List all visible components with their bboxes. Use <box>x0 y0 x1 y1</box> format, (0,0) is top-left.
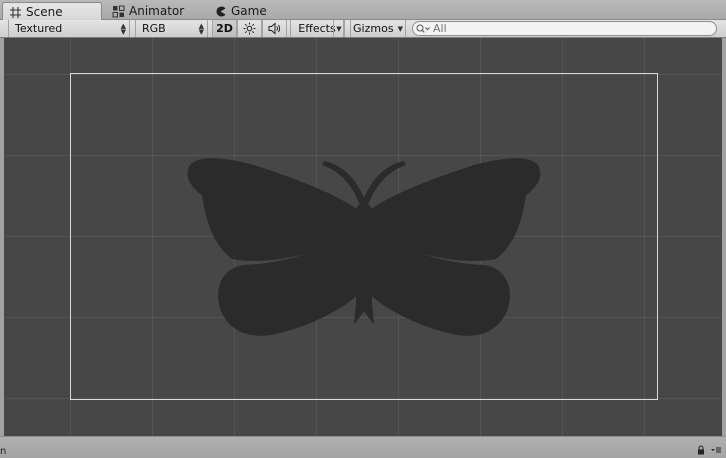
scene-toolbar: Textured ▲ ▼ RGB ▲ ▼ 2D Effects ▼ Gizmos… <box>0 20 726 38</box>
caret-down-icon: ▼ <box>397 24 403 33</box>
status-text: n <box>0 446 7 457</box>
unity-scene-window: Scene Animator Game Textured ▲ ▼ RGB ▲ ▼… <box>0 0 726 458</box>
tab-animator[interactable]: Animator <box>106 2 192 20</box>
animator-icon <box>112 5 125 18</box>
caret-down-icon: ▼ <box>336 24 342 33</box>
effects-label: Effects <box>298 22 336 35</box>
sun-icon <box>243 22 256 35</box>
butterfly-sprite[interactable] <box>184 153 544 353</box>
render-mode-value: RGB <box>142 22 166 35</box>
audio-toggle-button[interactable] <box>262 20 287 37</box>
scene-viewport[interactable] <box>4 38 722 436</box>
2d-mode-button[interactable]: 2D <box>212 20 237 37</box>
grid-icon <box>9 6 22 19</box>
effects-menu-button[interactable]: ▼ <box>333 20 345 37</box>
tab-scene[interactable]: Scene <box>2 2 102 21</box>
tab-label: Animator <box>129 4 185 18</box>
speaker-icon <box>268 22 281 35</box>
draw-mode-value: Textured <box>15 22 63 35</box>
tab-label: Scene <box>26 5 63 19</box>
search-input[interactable] <box>432 22 702 35</box>
draw-mode-dropdown[interactable]: Textured ▲ ▼ <box>8 20 130 37</box>
tab-game[interactable]: Game <box>208 2 275 20</box>
tab-label: Game <box>231 4 267 18</box>
search-icon <box>416 24 432 34</box>
lighting-toggle-button[interactable] <box>237 20 262 37</box>
tab-strip: Scene Animator Game <box>0 0 726 21</box>
lock-icon[interactable] <box>696 445 706 455</box>
2d-mode-label: 2D <box>216 22 233 35</box>
pacman-icon <box>214 5 227 18</box>
status-bar: n <box>0 436 726 458</box>
menu-icon[interactable] <box>711 445 721 455</box>
scene-search[interactable] <box>412 21 717 36</box>
updown-arrows-icon: ▲ ▼ <box>120 21 126 36</box>
render-mode-dropdown[interactable]: RGB ▲ ▼ <box>135 20 208 37</box>
status-icons <box>696 445 721 455</box>
gizmos-label: Gizmos <box>353 22 394 35</box>
updown-arrows-icon: ▲ ▼ <box>198 21 204 36</box>
gizmos-dropdown[interactable]: Gizmos ▼ <box>350 20 406 37</box>
